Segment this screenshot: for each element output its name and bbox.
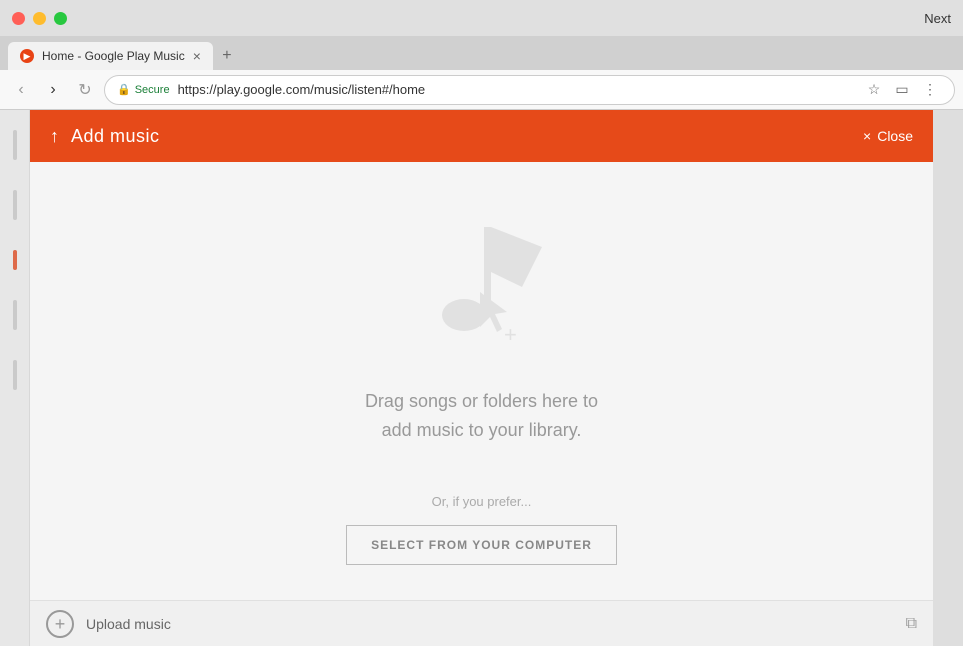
close-x-icon: ×: [863, 128, 871, 144]
external-link-icon[interactable]: ⧉: [906, 615, 917, 633]
browser-chrome: Next ▶ Home - Google Play Music × + ‹ › …: [0, 0, 963, 110]
bookmark-button[interactable]: ☆: [862, 78, 886, 102]
tab-bar: ▶ Home - Google Play Music × +: [0, 36, 963, 70]
address-bar: ‹ › ↻ 🔒 Secure https://play.google.com/m…: [0, 70, 963, 110]
add-upload-button[interactable]: +: [46, 610, 74, 638]
upload-music-label: Upload music: [86, 616, 171, 632]
drop-zone[interactable]: + Drag songs or folders here to add musi…: [30, 162, 933, 600]
cast-button[interactable]: ▭: [890, 78, 914, 102]
tab-close-button[interactable]: ×: [193, 49, 201, 63]
modal-title-group: ↑ Add music: [50, 126, 160, 147]
lock-icon: 🔒: [117, 83, 131, 96]
window-minimize-button[interactable]: [33, 12, 46, 25]
url-actions: ☆ ▭ ⋮: [862, 78, 942, 102]
menu-button[interactable]: ⋮: [918, 78, 942, 102]
modal-overlay: ↑ Add music × Close: [0, 110, 963, 646]
music-note-icon: +: [422, 197, 542, 357]
tab-title: Home - Google Play Music: [42, 49, 185, 63]
active-tab[interactable]: ▶ Home - Google Play Music ×: [8, 42, 213, 70]
refresh-button[interactable]: ↻: [72, 77, 98, 103]
url-text: https://play.google.com/music/listen#/ho…: [178, 82, 854, 97]
new-tab-button[interactable]: +: [213, 42, 241, 70]
tab-favicon: ▶: [20, 49, 34, 63]
drag-drop-text: Drag songs or folders here to add music …: [365, 387, 598, 445]
url-bar[interactable]: 🔒 Secure https://play.google.com/music/l…: [104, 75, 955, 105]
upload-icon: ↑: [50, 126, 59, 147]
main-content: ↑ Add music × Close: [0, 110, 963, 646]
modal-title: Add music: [71, 126, 160, 147]
modal-header: ↑ Add music × Close: [30, 110, 933, 162]
modal-close-button[interactable]: × Close: [863, 128, 913, 144]
title-bar: Next: [0, 0, 963, 36]
close-label: Close: [877, 128, 913, 144]
back-button[interactable]: ‹: [8, 77, 34, 103]
music-icon-container: +: [422, 197, 542, 357]
prefer-text: Or, if you prefer...: [432, 494, 532, 509]
forward-button[interactable]: ›: [40, 77, 66, 103]
window-maximize-button[interactable]: [54, 12, 67, 25]
svg-text:+: +: [504, 322, 517, 347]
window-controls: [12, 12, 67, 25]
window-close-button[interactable]: [12, 12, 25, 25]
add-music-modal: ↑ Add music × Close: [30, 110, 933, 646]
bottom-bar: + Upload music ⧉: [30, 600, 933, 646]
select-from-computer-button[interactable]: SELECT FROM YOUR COMPUTER: [346, 525, 617, 565]
secure-badge: 🔒 Secure: [117, 83, 170, 96]
next-label: Next: [924, 11, 951, 26]
